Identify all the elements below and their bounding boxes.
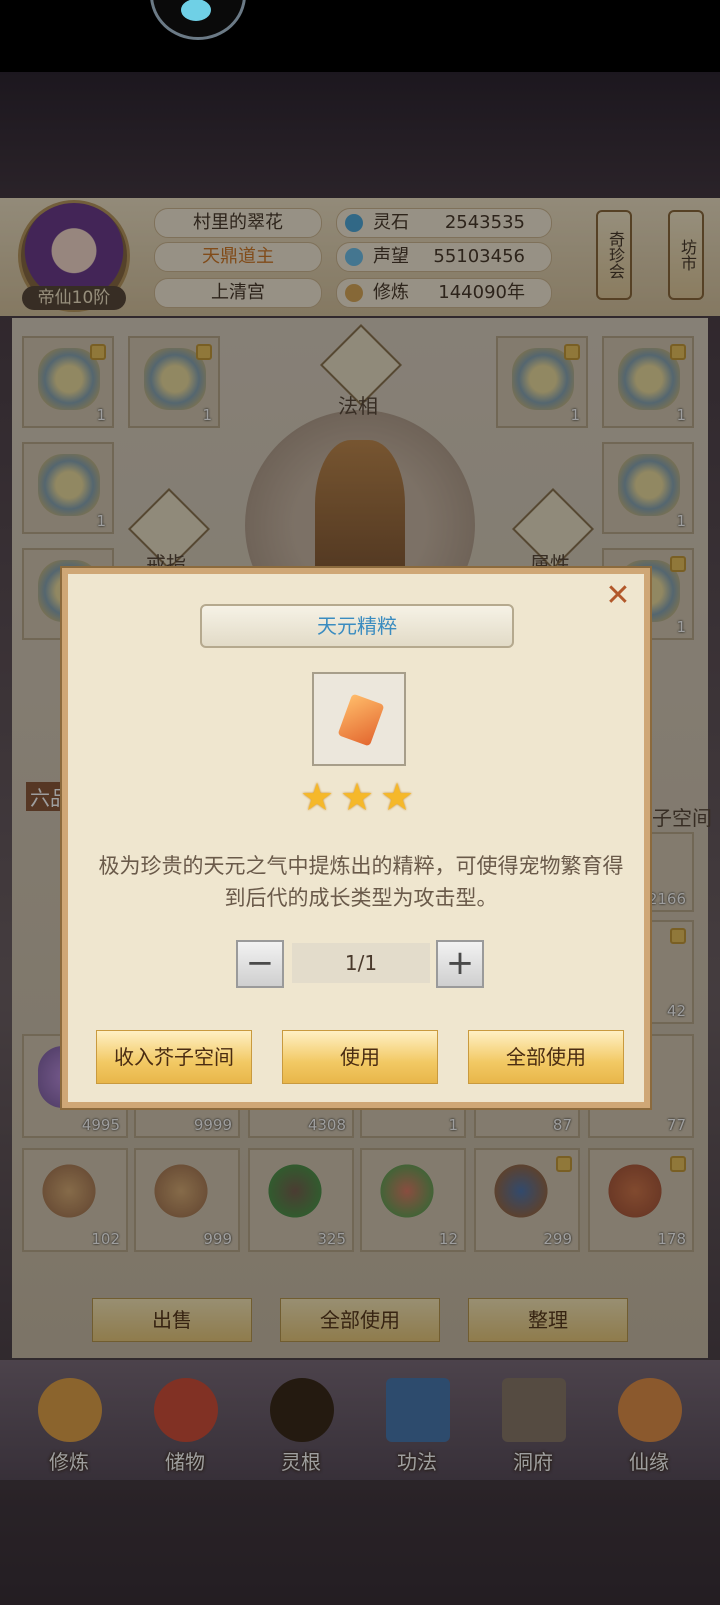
status-bar [0, 0, 720, 72]
item-detail-modal [62, 568, 650, 1108]
item-description: 极为珍贵的天元之气中提炼出的精粹，可使得宠物繁育得到后代的成长类型为攻击型。 [98, 854, 624, 910]
use-button[interactable]: 使用 [282, 1030, 438, 1084]
star-icon: ★ [300, 775, 335, 819]
item-crystal-icon [312, 672, 406, 766]
store-to-space-button[interactable]: 收入芥子空间 [96, 1030, 252, 1084]
decrease-quantity-button[interactable]: − [236, 940, 284, 988]
item-rarity-stars: ★ ★ ★ [300, 778, 420, 818]
floating-assistant-icon[interactable] [150, 0, 246, 40]
use-all-button[interactable]: 全部使用 [468, 1030, 624, 1084]
star-icon: ★ [380, 775, 415, 819]
item-name: 天元精粹 [200, 604, 514, 648]
close-icon[interactable]: ✕ [604, 581, 632, 611]
star-icon: ★ [340, 775, 375, 819]
increase-quantity-button[interactable]: + [436, 940, 484, 988]
quantity-field[interactable]: 1/1 [292, 943, 430, 983]
